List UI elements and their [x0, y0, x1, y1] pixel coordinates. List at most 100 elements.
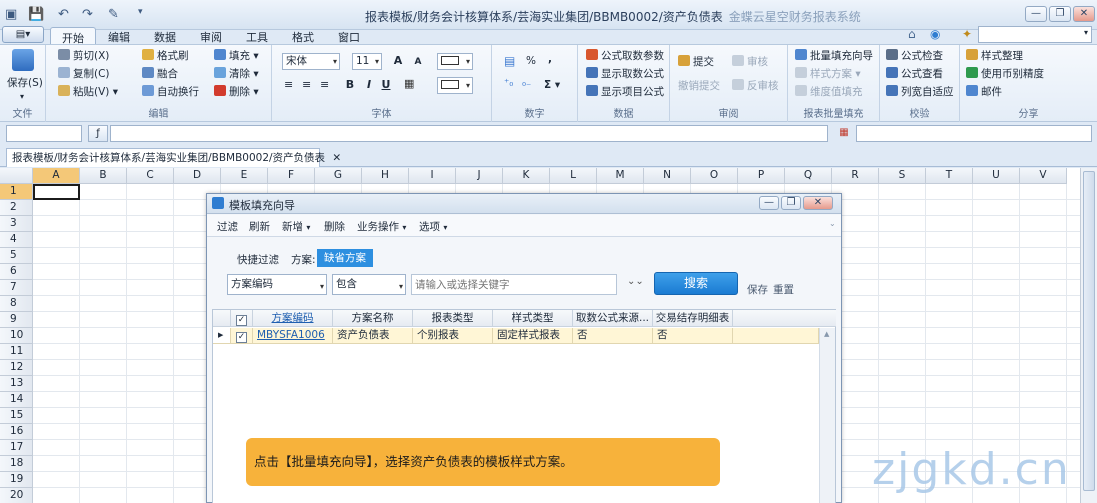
- dialog-maximize-button[interactable]: ❐: [781, 196, 801, 210]
- column-header-D[interactable]: D: [174, 168, 221, 184]
- save-large-icon[interactable]: [12, 49, 34, 71]
- row-checkbox[interactable]: ✓: [231, 328, 253, 344]
- percent-button[interactable]: %: [526, 53, 536, 69]
- header-style-type[interactable]: 样式类型: [493, 310, 573, 327]
- column-header-M[interactable]: M: [597, 168, 644, 184]
- mail-button[interactable]: 邮件: [966, 84, 1002, 100]
- row-header-3[interactable]: 3: [0, 216, 33, 232]
- column-header-N[interactable]: N: [644, 168, 691, 184]
- row-header-18[interactable]: 18: [0, 456, 33, 472]
- row-header-2[interactable]: 2: [0, 200, 33, 216]
- header-formula-source[interactable]: 取数公式来源...: [573, 310, 653, 327]
- column-header-H[interactable]: H: [362, 168, 409, 184]
- save-dropdown-icon[interactable]: ▾: [20, 89, 24, 105]
- row-header-7[interactable]: 7: [0, 280, 33, 296]
- underline-button[interactable]: U: [378, 77, 394, 93]
- filter-button[interactable]: 过滤: [217, 219, 238, 234]
- options-button[interactable]: 选项 ▾: [419, 219, 447, 234]
- delete-plan-button[interactable]: 删除: [324, 219, 345, 234]
- refresh-button[interactable]: 刷新: [249, 219, 270, 234]
- row-header-6[interactable]: 6: [0, 264, 33, 280]
- wrap-button[interactable]: 自动换行: [142, 84, 199, 100]
- currency-icon[interactable]: ▤: [504, 54, 515, 68]
- align-left-icon[interactable]: ≡: [284, 78, 293, 91]
- merge-button[interactable]: 融合: [142, 66, 178, 82]
- header-plan-code[interactable]: 方案编码: [253, 310, 333, 327]
- business-ops-button[interactable]: 业务操作 ▾: [357, 219, 406, 234]
- style-plan-button[interactable]: 样式方案 ▾: [795, 66, 861, 82]
- row-header-13[interactable]: 13: [0, 376, 33, 392]
- redo-icon[interactable]: ↷: [82, 7, 93, 23]
- paste-button[interactable]: 粘贴(V) ▾: [58, 84, 118, 100]
- row-header-8[interactable]: 8: [0, 296, 33, 312]
- clear-button[interactable]: 清除 ▾: [214, 66, 259, 82]
- copy-button[interactable]: 复制(C): [58, 66, 110, 82]
- row-header-1[interactable]: 1: [0, 184, 33, 200]
- row-header-14[interactable]: 14: [0, 392, 33, 408]
- tab-window[interactable]: 窗口: [326, 27, 372, 44]
- font-family-select[interactable]: 宋体 ▾: [282, 53, 340, 70]
- operator-select[interactable]: 包含 ▾: [332, 274, 406, 295]
- vertical-scrollbar[interactable]: [1080, 168, 1097, 503]
- font-shrink-button[interactable]: A: [410, 54, 426, 70]
- fx-icon[interactable]: ƒ: [88, 125, 108, 142]
- dim-fill-button[interactable]: 维度值填充: [795, 84, 863, 100]
- row-header-20[interactable]: 20: [0, 488, 33, 503]
- column-header-I[interactable]: I: [409, 168, 456, 184]
- select-all-checkbox[interactable]: ✓: [231, 310, 253, 327]
- col-width-fit-button[interactable]: 列宽自适应: [886, 84, 954, 100]
- search-dropdown-icon[interactable]: ▾: [1084, 28, 1088, 37]
- header-report-type[interactable]: 报表类型: [413, 310, 493, 327]
- formula-check-button[interactable]: 公式检查: [886, 48, 943, 64]
- save-button[interactable]: 保存(S): [7, 75, 43, 91]
- row-header-16[interactable]: 16: [0, 424, 33, 440]
- column-header-S[interactable]: S: [879, 168, 926, 184]
- format-brush-button[interactable]: 格式刷: [142, 48, 189, 64]
- select-all-corner[interactable]: [0, 168, 33, 184]
- header-plan-name[interactable]: 方案名称: [333, 310, 413, 327]
- default-plan-tab[interactable]: 缺省方案: [317, 249, 373, 267]
- tab-review[interactable]: 审阅: [188, 27, 234, 44]
- column-header-C[interactable]: C: [127, 168, 174, 184]
- name-box[interactable]: [6, 125, 82, 142]
- column-header-E[interactable]: E: [221, 168, 268, 184]
- row-header-10[interactable]: 10: [0, 328, 33, 344]
- formula-input[interactable]: [110, 125, 828, 142]
- show-item-formula-button[interactable]: 显示项目公式: [586, 84, 664, 100]
- help-icon[interactable]: ◉: [930, 27, 940, 41]
- search-button[interactable]: 搜索: [654, 272, 738, 295]
- header-trade-detail[interactable]: 交易结存明细表: [653, 310, 733, 327]
- column-header-L[interactable]: L: [550, 168, 597, 184]
- column-header-P[interactable]: P: [738, 168, 785, 184]
- align-right-icon[interactable]: ≡: [320, 78, 329, 91]
- tab-edit[interactable]: 编辑: [96, 27, 142, 44]
- collapse-ribbon-icon[interactable]: ⌂: [908, 27, 916, 41]
- comma-button[interactable]: ,: [548, 51, 552, 67]
- save-filter-button[interactable]: 保存: [747, 282, 768, 297]
- scroll-up-icon[interactable]: ▲: [824, 330, 829, 338]
- maximize-button[interactable]: ❐: [1049, 6, 1071, 22]
- formula-view-button[interactable]: 公式查看: [886, 66, 943, 82]
- toolbar-overflow-icon[interactable]: ⌄: [829, 219, 836, 228]
- reset-filter-button[interactable]: 重置: [773, 282, 794, 297]
- audit-button[interactable]: 审核: [732, 54, 768, 70]
- increase-decimal-icon[interactable]: ⁺₀: [504, 78, 513, 89]
- submit-button[interactable]: 提交: [678, 54, 714, 70]
- period-input[interactable]: [856, 125, 1092, 142]
- close-tab-icon[interactable]: ✕: [332, 152, 341, 164]
- expand-filter-icon[interactable]: ⌄⌄: [627, 276, 644, 287]
- fill-button[interactable]: 填充 ▾: [214, 48, 259, 64]
- unaudit-button[interactable]: 反审核: [732, 78, 779, 94]
- calendar-icon[interactable]: ▦: [836, 125, 852, 142]
- tab-home[interactable]: 开始: [50, 27, 96, 45]
- table-scrollbar[interactable]: ▲: [819, 328, 835, 503]
- style-tidy-button[interactable]: 样式整理: [966, 48, 1023, 64]
- undo-icon[interactable]: ↶: [58, 7, 69, 23]
- italic-button[interactable]: I: [361, 77, 377, 93]
- withdraw-submit-button[interactable]: 撤销提交: [678, 78, 720, 94]
- column-header-Q[interactable]: Q: [785, 168, 832, 184]
- fetch-params-button[interactable]: 公式取数参数: [586, 48, 664, 64]
- column-header-K[interactable]: K: [503, 168, 550, 184]
- keyword-input[interactable]: [411, 274, 617, 295]
- cut-button[interactable]: 剪切(X): [58, 48, 109, 64]
